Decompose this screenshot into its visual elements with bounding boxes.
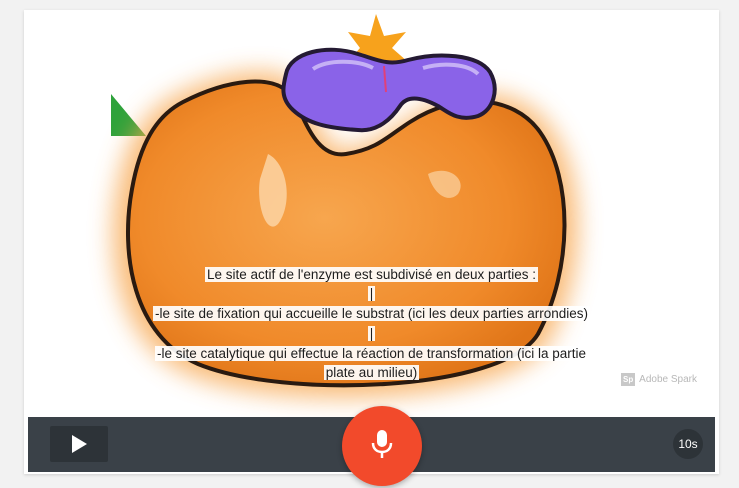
caption-separator-1: | (367, 286, 376, 301)
caption-line-1: Le site actif de l'enzyme est subdivisé … (204, 267, 538, 282)
adobe-spark-logo-icon: Sp (621, 373, 636, 386)
caption-line-2: -le site de fixation qui accueille le su… (153, 306, 590, 321)
play-icon (72, 435, 87, 453)
microphone-icon (371, 430, 393, 458)
timer-badge: 10s (673, 429, 703, 459)
record-microphone-button[interactable] (342, 406, 422, 486)
control-bar: 10s (28, 406, 715, 486)
caption-separator-2: | (367, 326, 376, 341)
play-button[interactable] (50, 426, 108, 462)
substrate-shape (281, 47, 497, 133)
slide-stage: Le site actif de l'enzyme est subdivisé … (28, 14, 715, 417)
adobe-spark-watermark: Sp Adobe Spark (621, 373, 697, 386)
caption-line-3: -le site catalytique qui effectue la réa… (155, 346, 588, 361)
caption-line-4: plate au milieu) (323, 365, 420, 380)
watermark-text: Adobe Spark (639, 374, 697, 385)
